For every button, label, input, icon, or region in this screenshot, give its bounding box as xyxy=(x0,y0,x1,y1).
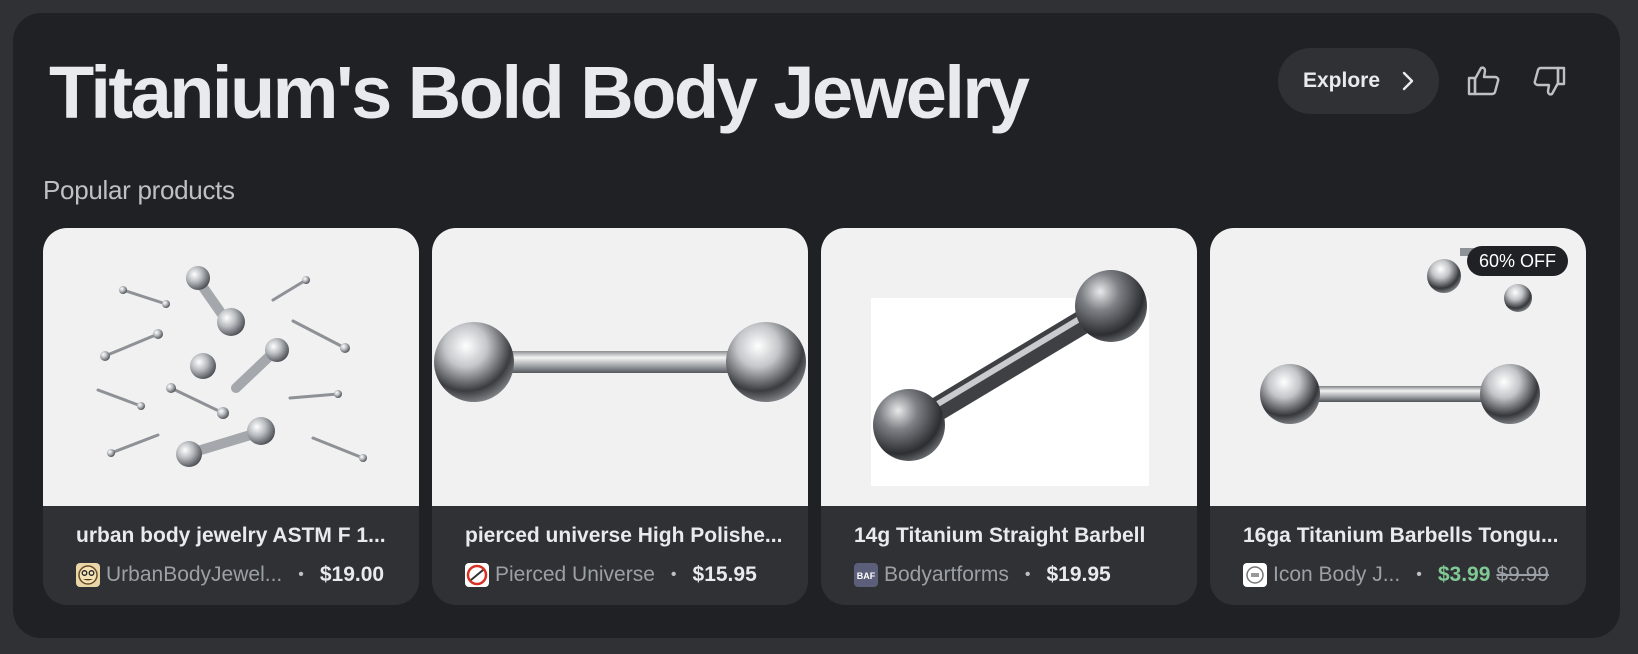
thumbs-up-button[interactable] xyxy=(1464,63,1504,103)
product-meta: UrbanBodyJewel... • $19.00 xyxy=(76,562,384,588)
merchant-name: Pierced Universe xyxy=(495,563,655,586)
product-image xyxy=(821,228,1197,506)
original-price: $9.99 xyxy=(1496,563,1549,586)
thumbs-up-icon xyxy=(1466,63,1502,104)
explore-button-label: Explore xyxy=(1303,69,1381,92)
product-title: 14g Titanium Straight Barbell xyxy=(854,524,1146,547)
sale-price: $3.99 xyxy=(1437,563,1491,586)
separator-dot: • xyxy=(670,566,677,583)
product-image: 60% OFF xyxy=(1210,228,1586,506)
pierced-universe-favicon-icon xyxy=(465,563,489,587)
thumbs-down-icon xyxy=(1531,63,1567,104)
product-price: $15.95 xyxy=(692,563,757,586)
product-title: 16ga Titanium Barbells Tongu... xyxy=(1243,524,1559,547)
explore-button[interactable]: Explore xyxy=(1278,48,1439,114)
chevron-right-icon xyxy=(1396,70,1418,92)
page-title: Titanium's Bold Body Jewelry xyxy=(49,51,1030,134)
product-carousel: urban body jewelry ASTM F 1... UrbanBody… xyxy=(43,228,1590,605)
product-meta: Pierced Universe • $15.95 xyxy=(465,562,757,588)
product-card[interactable]: 14g Titanium Straight Barbell BAF Bodyar… xyxy=(821,228,1197,605)
product-price: $19.00 xyxy=(319,563,385,586)
separator-dot: • xyxy=(1024,566,1031,583)
section-heading: Popular products xyxy=(43,175,235,205)
urbanbodyjewelry-favicon-icon xyxy=(76,563,100,587)
thumbs-down-button[interactable] xyxy=(1529,63,1569,103)
product-meta: Icon Body J... • $3.99 $9.99 xyxy=(1243,562,1549,588)
icon-body-jewelry-favicon-icon xyxy=(1243,563,1267,587)
merchant-name: UrbanBodyJewel... xyxy=(106,563,283,586)
product-image xyxy=(43,228,419,506)
product-title: urban body jewelry ASTM F 1... xyxy=(76,524,386,547)
product-card[interactable]: pierced universe High Polishe... Pierced… xyxy=(432,228,808,605)
shopping-panel: Titanium's Bold Body Jewelry Explore Pop… xyxy=(13,13,1620,638)
product-meta: BAF Bodyartforms • $19.95 xyxy=(854,562,1111,588)
product-image xyxy=(432,228,808,506)
discount-badge: 60% OFF xyxy=(1466,246,1568,276)
product-title: pierced universe High Polishe... xyxy=(465,524,783,547)
merchant-name: Icon Body J... xyxy=(1273,563,1401,586)
svg-text:BAF: BAF xyxy=(857,571,876,581)
separator-dot: • xyxy=(298,566,304,583)
separator-dot: • xyxy=(1416,566,1422,583)
bodyartforms-favicon-icon: BAF xyxy=(854,563,878,587)
product-price: $19.95 xyxy=(1046,563,1111,586)
merchant-name: Bodyartforms xyxy=(884,563,1009,586)
product-card[interactable]: urban body jewelry ASTM F 1... UrbanBody… xyxy=(43,228,419,605)
product-card[interactable]: 60% OFF 16ga Titanium Barbells Tongu... … xyxy=(1210,228,1586,605)
